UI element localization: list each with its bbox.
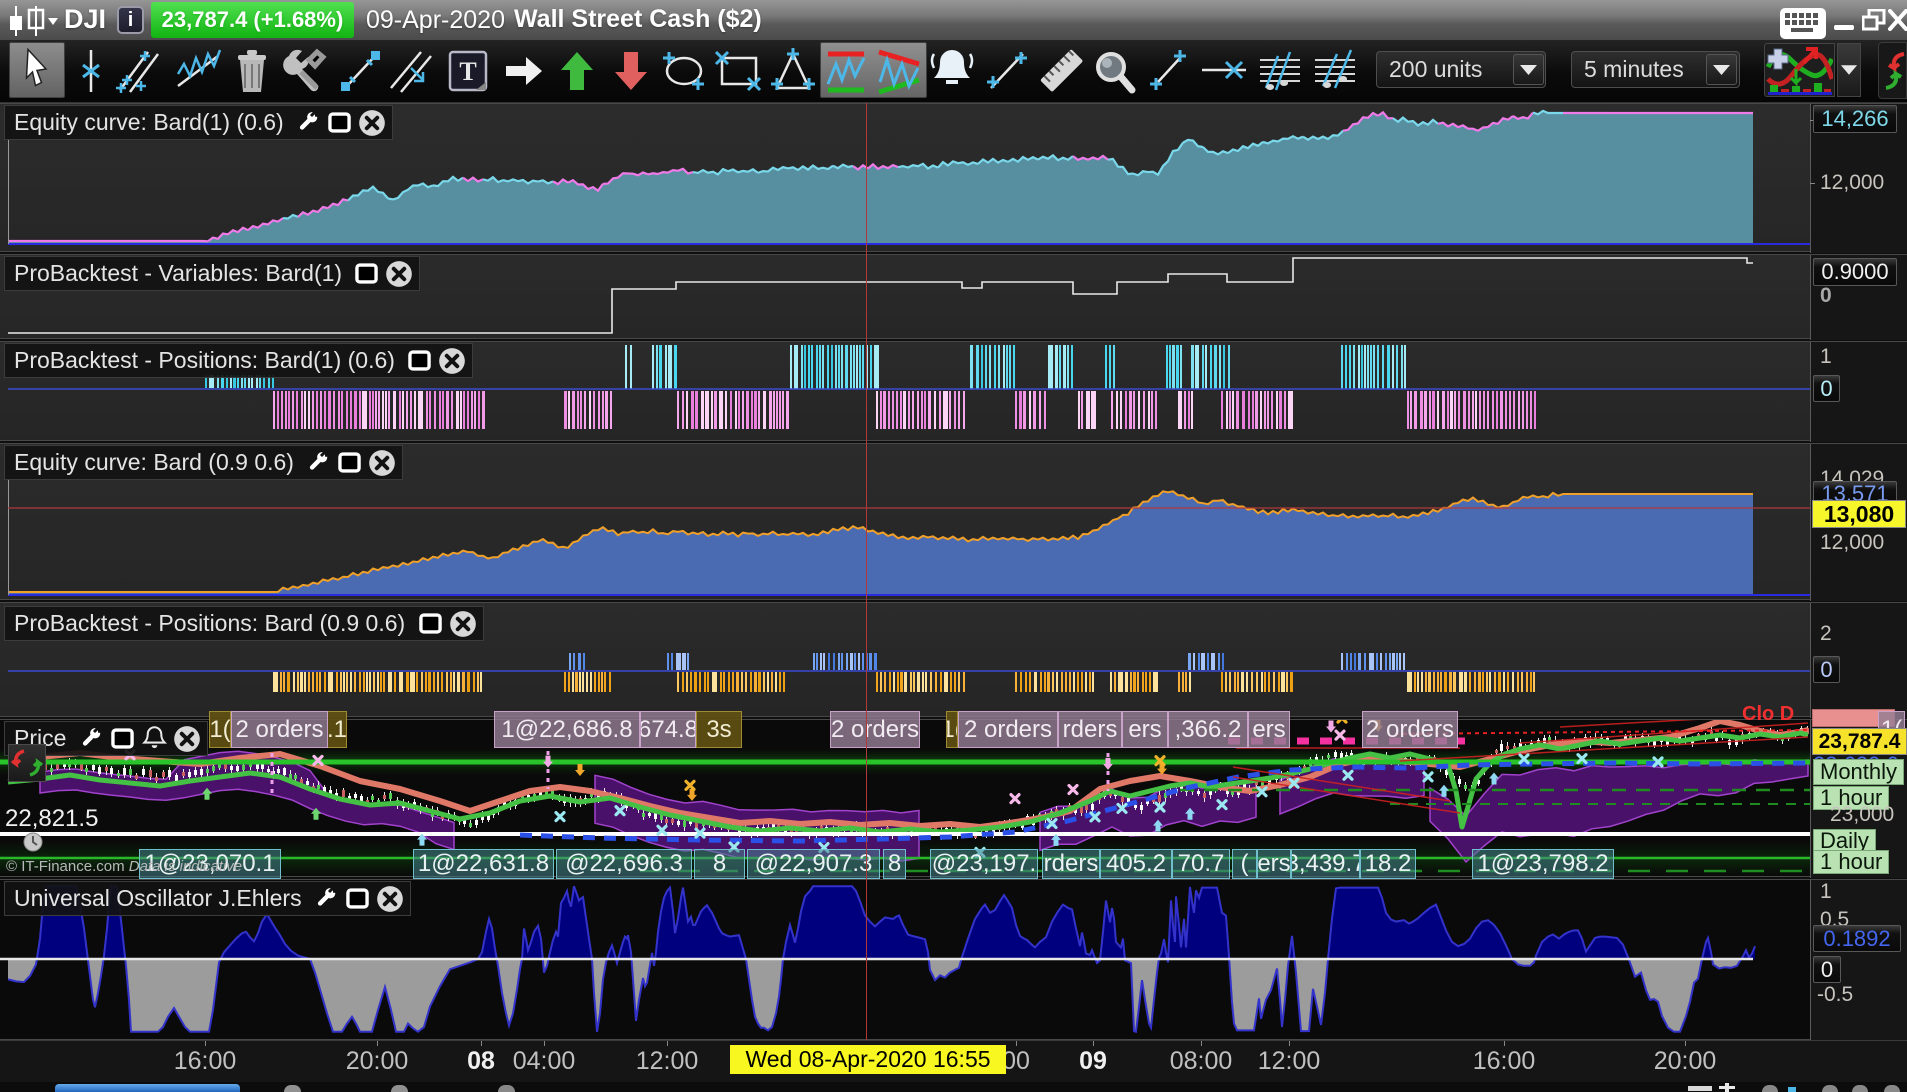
svg-text:T: T <box>459 57 476 86</box>
